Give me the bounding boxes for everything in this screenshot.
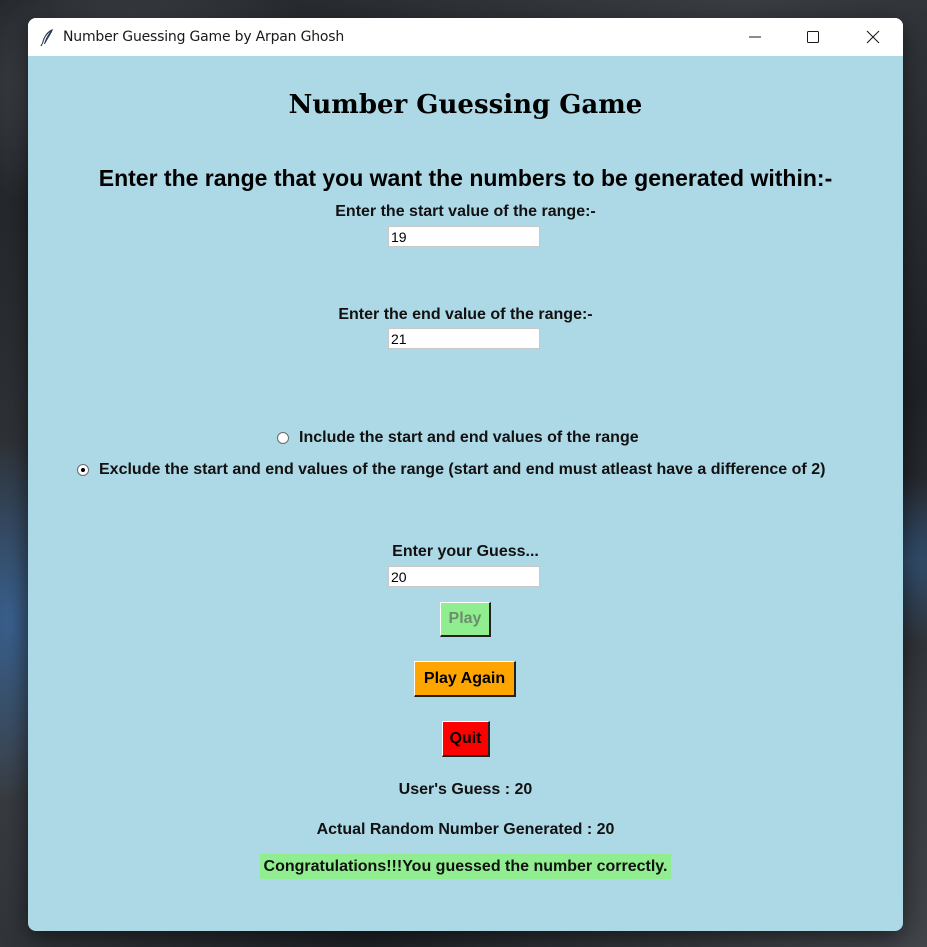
guess-input[interactable] xyxy=(388,566,540,587)
page-title: Number Guessing Game xyxy=(288,90,643,120)
start-value-input[interactable] xyxy=(388,226,540,247)
result-message: Congratulations!!!You guessed the number… xyxy=(259,854,672,879)
range-instruction: Enter the range that you want the number… xyxy=(98,165,833,191)
start-value-label: Enter the start value of the range:- xyxy=(335,203,596,220)
window-title: Number Guessing Game by Arpan Ghosh xyxy=(63,29,345,45)
end-value-input[interactable] xyxy=(388,328,540,349)
minimize-icon xyxy=(749,36,761,38)
minimize-button[interactable] xyxy=(726,18,784,56)
exclude-range-radio[interactable]: Exclude the start and end values of the … xyxy=(77,460,825,480)
play-button[interactable]: Play xyxy=(440,602,491,637)
close-icon xyxy=(866,30,880,44)
include-range-radio[interactable]: Include the start and end values of the … xyxy=(277,428,639,448)
result-message-row: Congratulations!!!You guessed the number… xyxy=(28,854,903,879)
radio-checked-icon xyxy=(77,464,89,476)
feather-icon xyxy=(38,27,58,47)
user-guess-text: User's Guess : 20 xyxy=(398,781,533,798)
include-range-label: Include the start and end values of the … xyxy=(299,429,639,446)
game-panel: Number Guessing Game Enter the range tha… xyxy=(28,56,903,931)
actual-number-text: Actual Random Number Generated : 20 xyxy=(316,821,615,838)
end-value-label: Enter the end value of the range:- xyxy=(338,306,593,323)
maximize-icon xyxy=(807,31,819,43)
exclude-range-label: Exclude the start and end values of the … xyxy=(99,461,826,478)
quit-button[interactable]: Quit xyxy=(442,721,490,757)
maximize-button[interactable] xyxy=(784,18,842,56)
close-button[interactable] xyxy=(844,18,902,56)
guess-label: Enter your Guess... xyxy=(392,543,539,560)
radio-unchecked-icon xyxy=(277,432,289,444)
title-bar[interactable]: Number Guessing Game by Arpan Ghosh xyxy=(28,18,903,56)
app-window: Number Guessing Game by Arpan Ghosh Numb… xyxy=(28,18,903,931)
play-again-button[interactable]: Play Again xyxy=(414,661,516,697)
